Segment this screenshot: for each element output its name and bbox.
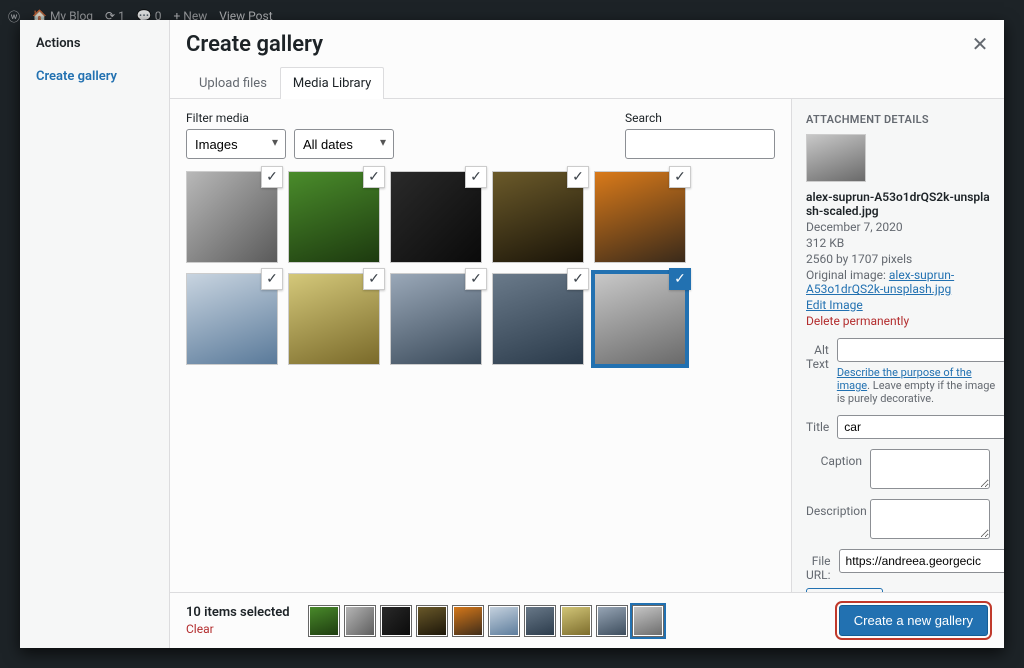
selection-thumb[interactable] [416,605,448,637]
actions-heading: Actions [20,36,169,61]
selection-thumb[interactable] [344,605,376,637]
alt-text-label: Alt Text [806,338,829,371]
selection-thumb[interactable] [308,605,340,637]
filter-date-select[interactable]: All dates [294,129,394,159]
check-icon[interactable]: ✓ [669,166,691,188]
delete-permanently-link[interactable]: Delete permanently [806,314,990,328]
search-label: Search [625,111,775,125]
alt-text-input[interactable] [837,338,1004,362]
modal-header: Create gallery ✕ [170,20,1004,57]
attachments-grid: ✓ ✓ ✓ ✓ ✓ ✓ ✓ ✓ ✓ ✓ [186,171,775,365]
attachment-details: ATTACHMENT DETAILS alex-suprun-A53o1drQS… [792,99,1004,592]
media-browser: Filter media Images All dates [170,99,792,592]
create-gallery-button[interactable]: Create a new gallery [839,605,988,636]
wp-logo-icon[interactable]: ⓦ [8,8,20,25]
media-modal: Actions Create gallery Create gallery ✕ … [20,20,1004,648]
fileurl-label: File URL: [806,549,831,582]
fileurl-input[interactable] [839,549,1004,573]
check-icon[interactable]: ✓ [567,268,589,290]
selection-thumb[interactable] [524,605,556,637]
check-icon[interactable]: ✓ [567,166,589,188]
search-input[interactable] [625,129,775,159]
attachment-thumb[interactable]: ✓ [186,171,278,263]
selection-thumb[interactable] [632,605,664,637]
wp-admin-sidebar [0,32,18,668]
attachment-thumb[interactable]: ✓ [492,171,584,263]
tab-media-library[interactable]: Media Library [280,67,384,99]
original-image-label: Original image: [806,268,886,282]
attachment-thumb[interactable]: ✓ [390,171,482,263]
edit-image-link[interactable]: Edit Image [806,298,863,312]
description-label: Description [806,499,862,518]
attachment-thumb[interactable]: ✓ [390,273,482,365]
media-tabs: Upload files Media Library [170,57,1004,99]
attachment-thumb[interactable]: ✓ [288,171,380,263]
close-icon[interactable]: ✕ [968,32,992,56]
filter-type-select[interactable]: Images [186,129,286,159]
tab-upload-files[interactable]: Upload files [186,67,280,99]
selection-thumb[interactable] [380,605,412,637]
attachment-filename: alex-suprun-A53o1drQS2k-unsplash-scaled.… [806,190,990,218]
attachment-dimensions: 2560 by 1707 pixels [806,252,990,266]
check-icon[interactable]: ✓ [465,268,487,290]
attachment-date: December 7, 2020 [806,220,990,234]
selection-thumb[interactable] [488,605,520,637]
selection-thumbs [308,605,664,637]
title-label: Title [806,415,829,434]
attachment-thumb[interactable]: ✓ [594,171,686,263]
attachment-preview [806,134,866,182]
description-textarea[interactable] [870,499,990,539]
check-icon[interactable]: ✓ [261,268,283,290]
selection-thumb[interactable] [596,605,628,637]
attachment-thumb[interactable]: ✓ [594,273,686,365]
attachment-thumb[interactable]: ✓ [492,273,584,365]
sidebar-item-create-gallery[interactable]: Create gallery [20,61,169,92]
filter-media-label: Filter media [186,111,394,125]
check-icon[interactable]: ✓ [363,166,385,188]
check-icon[interactable]: ✓ [261,166,283,188]
selection-count: 10 items selected [186,605,290,620]
caption-textarea[interactable] [870,449,990,489]
alt-text-hint: Describe the purpose of the image. Leave… [837,366,1004,405]
check-icon[interactable]: ✓ [363,268,385,290]
attachment-details-heading: ATTACHMENT DETAILS [806,113,990,126]
modal-sidebar: Actions Create gallery [20,20,170,648]
modal-footer: 10 items selected Clear Create a new gal… [170,592,1004,648]
caption-label: Caption [806,449,862,468]
selection-thumb[interactable] [560,605,592,637]
attachment-thumb[interactable]: ✓ [186,273,278,365]
attachment-filesize: 312 KB [806,236,990,250]
attachment-thumb[interactable]: ✓ [288,273,380,365]
title-input[interactable] [837,415,1004,439]
selection-thumb[interactable] [452,605,484,637]
clear-selection-link[interactable]: Clear [186,622,290,636]
modal-title: Create gallery [186,32,988,57]
check-icon[interactable]: ✓ [465,166,487,188]
check-icon[interactable]: ✓ [669,268,691,290]
